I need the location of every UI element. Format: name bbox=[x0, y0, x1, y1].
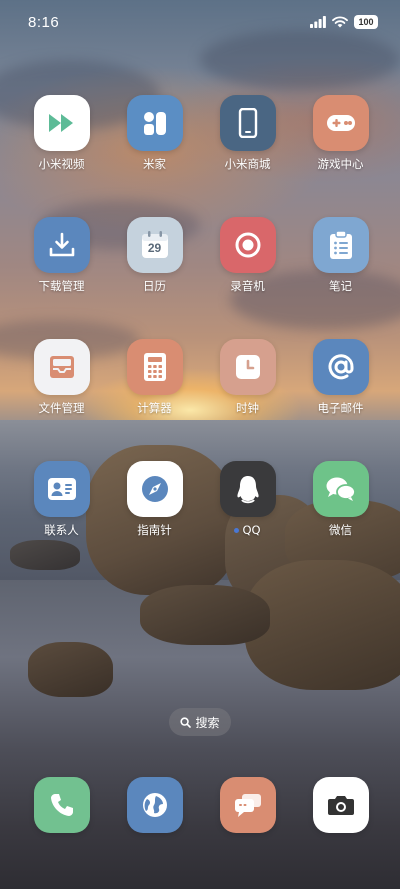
app-grid: 小米视频 米家 小米商城 游戏中心 下载管理 29 日历 录音机 笔记 文件管理… bbox=[15, 95, 385, 537]
app-label: 指南针 bbox=[137, 523, 172, 537]
record-icon bbox=[234, 231, 262, 259]
app-icon bbox=[312, 461, 369, 517]
app-label: 计算器 bbox=[137, 401, 172, 415]
app-calendar[interactable]: 29 日历 bbox=[108, 217, 201, 293]
app-recorder[interactable]: 录音机 bbox=[201, 217, 294, 293]
dock-browser[interactable] bbox=[108, 777, 201, 833]
app-label: 电子邮件 bbox=[317, 401, 364, 415]
app-icon bbox=[219, 217, 276, 273]
dock bbox=[15, 777, 385, 833]
calendar-icon: 29 bbox=[140, 230, 170, 260]
app-icon bbox=[33, 461, 90, 517]
app-icon bbox=[33, 339, 90, 395]
app-icon: 29 bbox=[126, 217, 183, 273]
app-icon bbox=[219, 777, 276, 833]
globe-icon bbox=[141, 791, 169, 819]
app-label: 小米视频 bbox=[38, 157, 85, 171]
app-email[interactable]: 电子邮件 bbox=[294, 339, 387, 415]
app-label: 微信 bbox=[329, 523, 352, 537]
camera-icon bbox=[327, 793, 355, 817]
new-badge-dot bbox=[234, 527, 240, 533]
app-icon bbox=[33, 777, 90, 833]
app-contacts[interactable]: 联系人 bbox=[15, 461, 108, 537]
app-label: 小米商城 bbox=[224, 157, 271, 171]
chat-bubbles-icon bbox=[325, 475, 357, 503]
app-icon bbox=[33, 217, 90, 273]
status-bar: 8:16 100 bbox=[0, 0, 400, 44]
gamepad-icon bbox=[326, 112, 356, 134]
signal-icon bbox=[310, 16, 326, 28]
app-label: 文件管理 bbox=[38, 401, 85, 415]
app-game-center[interactable]: 游戏中心 bbox=[294, 95, 387, 171]
app-compass[interactable]: 指南针 bbox=[108, 461, 201, 537]
app-label: 游戏中心 bbox=[317, 157, 364, 171]
dock-camera[interactable] bbox=[294, 777, 387, 833]
clipboard-icon bbox=[329, 230, 353, 260]
app-wechat[interactable]: 微信 bbox=[294, 461, 387, 537]
search-label: 搜索 bbox=[195, 715, 220, 730]
contact-card-icon bbox=[47, 476, 77, 502]
calendar-day: 29 bbox=[147, 241, 162, 255]
dock-phone[interactable] bbox=[15, 777, 108, 833]
status-indicators: 100 bbox=[310, 15, 378, 29]
app-label: 录音机 bbox=[230, 279, 265, 293]
app-icon bbox=[312, 217, 369, 273]
compass-icon bbox=[140, 474, 170, 504]
wifi-icon bbox=[332, 16, 348, 28]
app-icon bbox=[312, 777, 369, 833]
play-icon bbox=[47, 112, 77, 134]
qq-penguin-icon bbox=[235, 474, 261, 504]
app-icon bbox=[219, 461, 276, 517]
battery-indicator: 100 bbox=[354, 15, 378, 29]
app-label: 下载管理 bbox=[38, 279, 85, 293]
phone-device-icon bbox=[237, 108, 259, 138]
app-icon bbox=[219, 339, 276, 395]
app-mi-store[interactable]: 小米商城 bbox=[201, 95, 294, 171]
app-icon bbox=[126, 339, 183, 395]
app-label-text: QQ bbox=[242, 523, 261, 537]
app-icon bbox=[126, 95, 183, 151]
app-icon bbox=[126, 461, 183, 517]
app-notes[interactable]: 笔记 bbox=[294, 217, 387, 293]
clock-icon bbox=[234, 353, 262, 381]
app-label: 时钟 bbox=[236, 401, 259, 415]
app-icon bbox=[33, 95, 90, 151]
app-icon bbox=[126, 777, 183, 833]
phone-icon bbox=[49, 792, 75, 818]
app-label: QQ bbox=[234, 523, 261, 537]
app-file-manager[interactable]: 文件管理 bbox=[15, 339, 108, 415]
status-time: 8:16 bbox=[28, 13, 60, 31]
app-icon bbox=[312, 339, 369, 395]
search-icon bbox=[180, 716, 192, 728]
app-label: 日历 bbox=[143, 279, 166, 293]
inbox-icon bbox=[48, 354, 76, 380]
app-clock[interactable]: 时钟 bbox=[201, 339, 294, 415]
app-qq[interactable]: QQ bbox=[201, 461, 294, 537]
at-sign-icon bbox=[326, 352, 356, 382]
search-button[interactable]: 搜索 bbox=[169, 708, 231, 736]
app-label: 笔记 bbox=[329, 279, 352, 293]
calculator-icon bbox=[143, 352, 167, 382]
app-mi-video[interactable]: 小米视频 bbox=[15, 95, 108, 171]
message-icon bbox=[233, 792, 263, 818]
app-label: 米家 bbox=[143, 157, 166, 171]
download-icon bbox=[48, 231, 76, 259]
app-icon bbox=[219, 95, 276, 151]
app-label: 联系人 bbox=[44, 523, 79, 537]
app-calculator[interactable]: 计算器 bbox=[108, 339, 201, 415]
app-mijia[interactable]: 米家 bbox=[108, 95, 201, 171]
mijia-icon bbox=[141, 109, 169, 137]
dock-messages[interactable] bbox=[201, 777, 294, 833]
app-icon bbox=[312, 95, 369, 151]
app-downloads[interactable]: 下载管理 bbox=[15, 217, 108, 293]
